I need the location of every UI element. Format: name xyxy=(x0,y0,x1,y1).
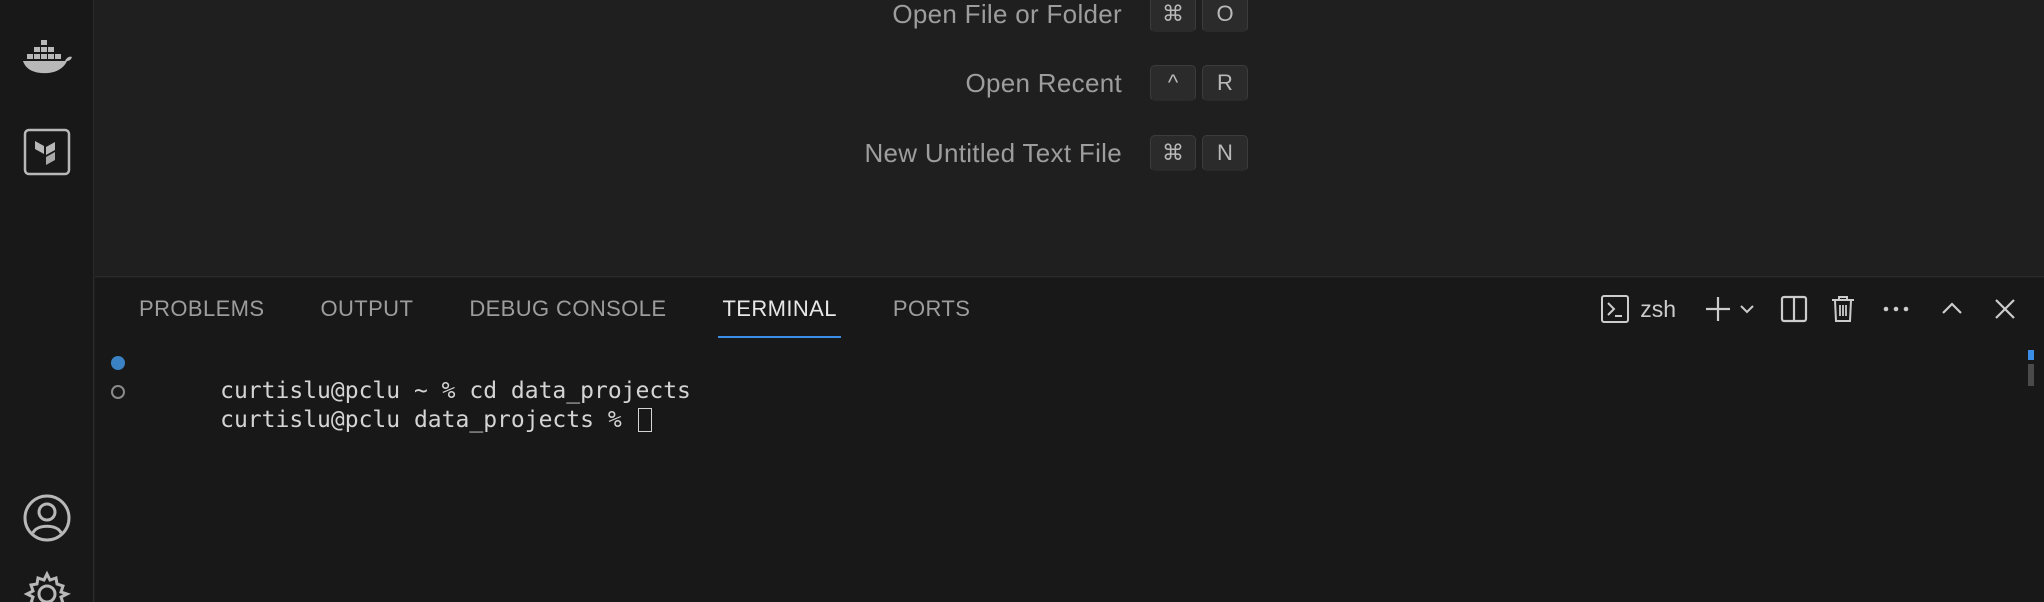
keycap-control: ^ xyxy=(1150,65,1196,101)
split-terminal-button[interactable] xyxy=(1780,289,1808,329)
panel-tabs: PROBLEMS OUTPUT DEBUG CONSOLE TERMINAL P… xyxy=(95,278,1022,340)
keycap-letter: O xyxy=(1202,0,1248,32)
shortcut-new-untitled-text-file[interactable]: New Untitled Text File ⌘ N xyxy=(864,133,1248,173)
terraform-button[interactable] xyxy=(0,112,94,192)
accounts-button[interactable] xyxy=(0,478,94,558)
docker-icon xyxy=(21,36,73,76)
account-icon xyxy=(22,493,72,543)
docker-button[interactable] xyxy=(0,16,94,96)
settings-gear-icon xyxy=(23,570,71,602)
shell-name: zsh xyxy=(1640,295,1676,322)
bottom-panel: PROBLEMS OUTPUT DEBUG CONSOLE TERMINAL P… xyxy=(95,278,2044,602)
tab-ports[interactable]: PORTS xyxy=(889,278,974,340)
terminal-icon xyxy=(1600,294,1630,324)
command-success-decoration[interactable] xyxy=(111,356,125,370)
maximize-panel-button[interactable] xyxy=(1940,289,1964,329)
shortcut-label: New Untitled Text File xyxy=(864,137,1122,168)
tab-output[interactable]: OUTPUT xyxy=(316,278,417,340)
command-pending-decoration[interactable] xyxy=(111,385,125,399)
trash-icon xyxy=(1830,295,1856,323)
chevron-up-icon xyxy=(1940,297,1964,321)
scroll-thumb[interactable] xyxy=(2028,364,2034,386)
shortcut-open-recent[interactable]: Open Recent ^ R xyxy=(965,63,1248,103)
plus-icon xyxy=(1704,295,1732,323)
scroll-marker xyxy=(2028,350,2034,360)
terminal-output[interactable]: curtislu@pclu ~ % cd data_projects curti… xyxy=(95,348,2004,433)
launch-profile-button[interactable] xyxy=(1738,289,1756,329)
keycap-letter: R xyxy=(1202,65,1248,101)
manage-button[interactable] xyxy=(0,570,94,602)
chevron-down-icon xyxy=(1738,300,1756,318)
shortcut-label: Open File or Folder xyxy=(892,0,1122,29)
keycap-command: ⌘ xyxy=(1150,135,1196,171)
tab-terminal[interactable]: TERMINAL xyxy=(718,278,842,340)
terminal-shell-selector[interactable]: zsh xyxy=(1600,289,1676,329)
activity-bar xyxy=(0,0,94,602)
terminal-scrollbar[interactable] xyxy=(2028,350,2034,386)
shortcut-open-file-or-folder[interactable]: Open File or Folder ⌘ O xyxy=(892,0,1248,34)
kill-terminal-button[interactable] xyxy=(1830,289,1856,329)
terminal-line: curtislu@pclu data_projects % xyxy=(95,377,2004,433)
tab-debug-console[interactable]: DEBUG CONSOLE xyxy=(465,278,670,340)
terminal-line: curtislu@pclu ~ % cd data_projects xyxy=(95,348,2004,404)
more-actions-button[interactable] xyxy=(1882,289,1910,329)
terminal-line-text: curtislu@pclu data_projects % xyxy=(220,407,636,433)
shortcut-label: Open Recent xyxy=(965,67,1122,98)
close-icon xyxy=(1994,298,2016,320)
close-panel-button[interactable] xyxy=(1994,289,2016,329)
welcome-editor: Open File or Folder ⌘ O Open Recent ^ R … xyxy=(95,0,2044,277)
ellipsis-icon xyxy=(1882,304,1910,314)
terminal-cursor xyxy=(637,408,652,432)
keycap-letter: N xyxy=(1202,135,1248,171)
terraform-icon xyxy=(23,128,71,176)
split-editor-icon xyxy=(1780,295,1808,323)
keycap-command: ⌘ xyxy=(1150,0,1196,32)
panel-actions: zsh xyxy=(1582,278,2016,340)
tab-problems[interactable]: PROBLEMS xyxy=(135,278,268,340)
new-terminal-button[interactable] xyxy=(1704,289,1732,329)
